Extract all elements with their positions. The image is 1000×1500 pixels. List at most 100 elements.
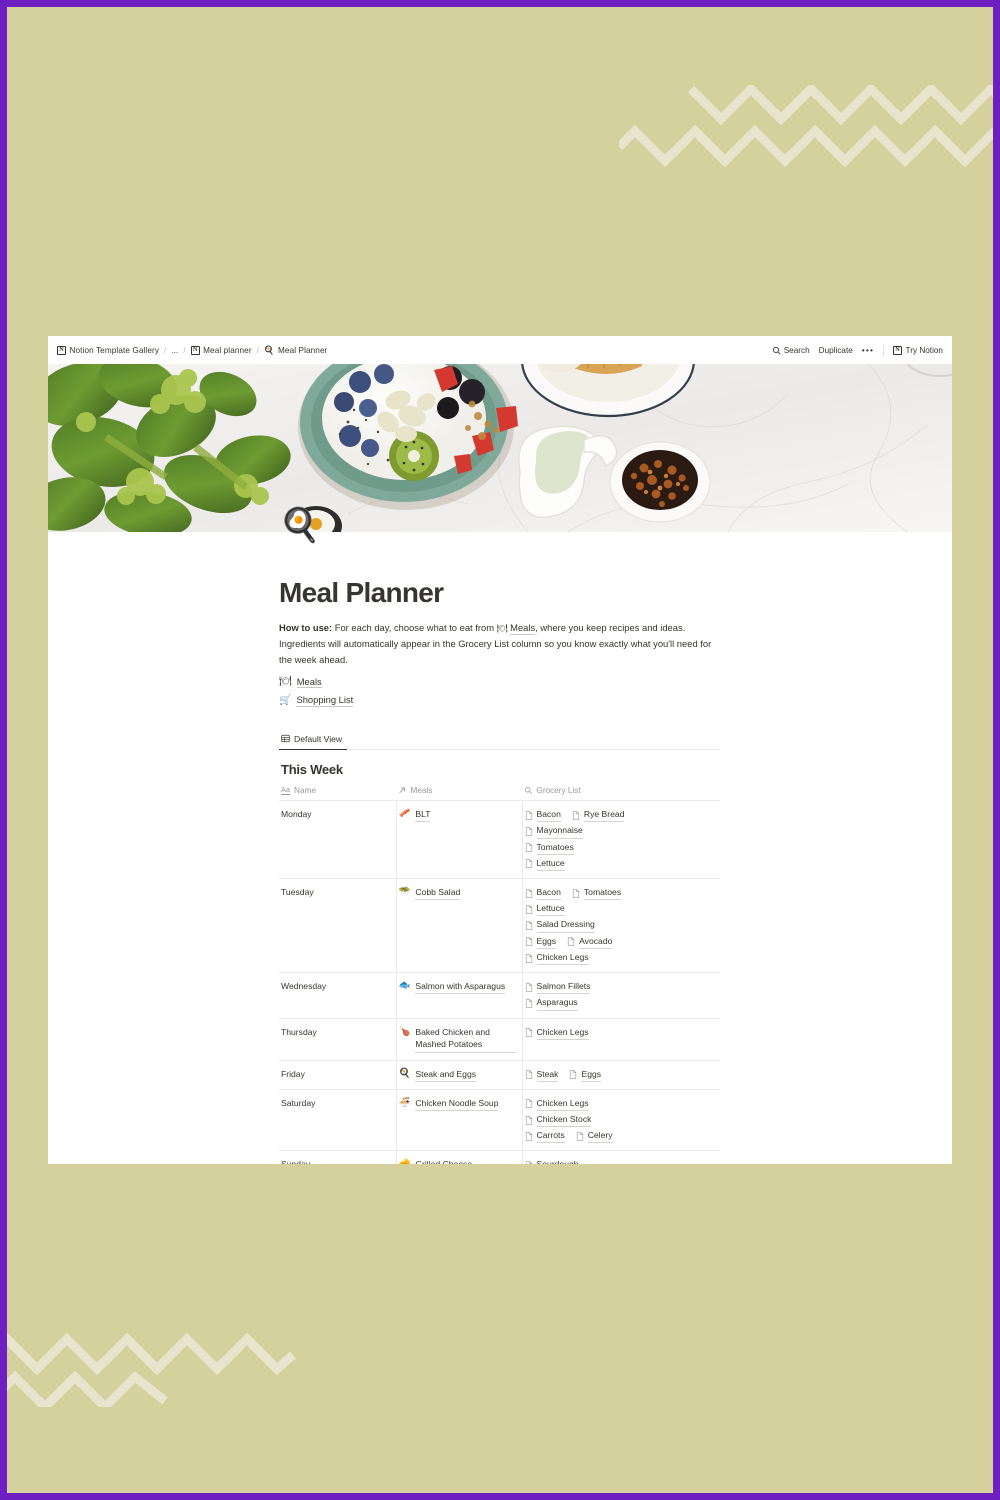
grocery-item[interactable]: Mayonnaise [525,824,583,839]
breadcrumb-item-meal-planner[interactable]: 🍳 Meal Planner [264,346,328,355]
cell-day-name[interactable]: Friday [279,1060,397,1090]
cell-day-name[interactable]: Monday [279,800,397,880]
grocery-item[interactable]: Tomatoes [525,841,574,855]
grocery-item[interactable]: Sourdough [525,1158,579,1164]
page-icon [525,827,532,836]
grocery-item[interactable]: Lettuce [525,902,565,917]
page-icon-fried-egg-icon[interactable]: 🍳 [279,508,320,541]
cell-grocery-list[interactable]: Chicken Legs Chicken Stock Carrots Celery [522,1089,720,1152]
page-link-meals[interactable]: 🍽 Meals [279,676,720,689]
page-icon [525,905,532,914]
database-view-tabs: Default View [279,731,720,750]
grocery-list: Salmon Fillets Asparagus [525,980,715,1011]
page-icon [525,921,532,930]
search-button[interactable]: Search [772,346,810,355]
grocery-item-label: Chicken Stock [536,1113,592,1128]
meal-link[interactable]: Cobb Salad [415,886,461,901]
grocery-item[interactable]: Steak [525,1068,559,1082]
meal-link[interactable]: Grilled Cheese [415,1158,472,1164]
zigzag-decoration-top-right [619,85,993,181]
breadcrumb-item-gallery[interactable]: N Notion Template Gallery [57,345,159,355]
cell-meal[interactable]: 🥗 Cobb Salad [396,878,523,974]
duplicate-button[interactable]: Duplicate [819,346,853,355]
breadcrumb-item-ellipsis[interactable]: ... [171,346,178,355]
table-row[interactable]: Thursday 🍗 Baked Chicken and Mashed Potato… [279,1018,720,1061]
search-icon [772,346,781,355]
cell-meal[interactable]: 🍜 Chicken Noodle Soup [396,1089,523,1152]
cell-day-name[interactable]: Wednesday [279,972,397,1019]
grocery-item-label: Steak [536,1068,559,1082]
grocery-item[interactable]: Asparagus [525,996,578,1011]
table-row[interactable]: Monday 🥓 BLT Bacon Rye Bread Mayonnaise Tomato… [279,800,720,880]
grocery-item[interactable]: Chicken Legs [525,951,589,966]
table-row[interactable]: Wednesday 🐟 Salmon with Asparagus Salmon Fi… [279,972,720,1019]
try-notion-button[interactable]: N Try Notion [893,345,943,355]
meal-link[interactable]: Chicken Noodle Soup [415,1097,499,1111]
grocery-item-label: Salad Dressing [536,918,595,933]
page-icon [525,1028,532,1037]
cell-meal[interactable]: 🍳 Steak and Eggs [396,1060,523,1090]
toolbar-divider [883,344,885,356]
page-icon [525,937,532,947]
grocery-item[interactable]: Chicken Stock [525,1113,592,1128]
cell-day-name[interactable]: Thursday [279,1018,397,1061]
grocery-item[interactable]: Avocado [567,935,613,949]
top-bar-actions: Search Duplicate ••• N Try Notion [772,344,943,356]
column-header-grocery-list[interactable]: Grocery List [522,783,720,802]
page-icon [525,1161,532,1164]
tab-default-view[interactable]: Default View [279,731,348,750]
cell-grocery-list[interactable]: SourdoughCheddar Cheese [522,1150,720,1164]
grocery-item[interactable]: Bacon [525,886,561,901]
grocery-item[interactable]: Carrots [525,1129,565,1144]
breadcrumb-separator: / [183,345,186,355]
day-label: Friday [281,1068,305,1079]
grocery-item[interactable]: Eggs [569,1068,602,1082]
cell-grocery-list[interactable]: Steak Eggs [522,1060,720,1090]
grocery-item[interactable]: Salmon Fillets [525,980,591,995]
fish-icon: 🐟 [398,980,411,992]
column-header-name[interactable]: Aa Name [279,783,396,802]
text-property-icon: Aa [281,784,291,796]
grocery-item[interactable]: Eggs [525,935,557,949]
grocery-item-label: Asparagus [536,996,578,1011]
more-options-button[interactable]: ••• [862,345,874,355]
cell-meal[interactable]: 🍗 Baked Chicken and Mashed Potatoes [396,1018,523,1061]
grocery-item[interactable]: Lettuce [525,857,565,872]
cell-grocery-list[interactable]: Salmon Fillets Asparagus [522,972,720,1019]
description-meals-link[interactable]: Meals [510,622,536,635]
notion-logo-icon: N [893,345,903,355]
grocery-item[interactable]: Tomatoes [572,886,622,901]
poultry-leg-icon: 🍗 [398,1025,411,1037]
grocery-item[interactable]: Celery [576,1129,613,1144]
cell-grocery-list[interactable]: Bacon Tomatoes Lettuce Salad Dressing Eggs Av… [522,878,720,974]
page-icon [525,999,532,1008]
table-row[interactable]: Saturday 🍜 Chicken Noodle Soup Chicken Legs… [279,1089,720,1152]
column-header-meals[interactable]: Meals [396,783,522,802]
table-row[interactable]: Sunday 🧀 Grilled Cheese SourdoughCheddar Ch… [279,1150,720,1164]
grocery-item-label: Chicken Legs [536,951,589,966]
cell-meal[interactable]: 🧀 Grilled Cheese [396,1150,523,1164]
grocery-item[interactable]: Salad Dressing [525,918,595,933]
table-row[interactable]: Tuesday 🥗 Cobb Salad Bacon Tomatoes Lettuce Sa… [279,878,720,974]
breadcrumb-item-meal-planner-parent[interactable]: N Meal planner [190,345,252,355]
grocery-item[interactable]: Bacon [525,808,561,823]
grocery-item[interactable]: Chicken Legs [525,1097,589,1111]
cell-grocery-list[interactable]: Chicken Legs [522,1018,720,1061]
cell-day-name[interactable]: Sunday [279,1150,397,1164]
grocery-list: SourdoughCheddar Cheese [525,1158,715,1164]
cell-meal[interactable]: 🐟 Salmon with Asparagus [396,972,523,1019]
notion-page-card: N Notion Template Gallery / ... / N Meal… [48,336,952,1164]
cell-meal[interactable]: 🥓 BLT [396,800,523,880]
cell-day-name[interactable]: Saturday [279,1089,397,1152]
grocery-item[interactable]: Chicken Legs [525,1026,589,1040]
meal-link[interactable]: Baked Chicken and Mashed Potatoes [415,1026,516,1053]
grocery-item[interactable]: Rye Bread [572,808,625,823]
page-link-shopping-list[interactable]: 🛒 Shopping List [279,694,720,707]
grocery-item-label: Bacon [536,808,561,823]
cell-day-name[interactable]: Tuesday [279,878,397,974]
meal-link[interactable]: Steak and Eggs [415,1068,477,1082]
meal-link[interactable]: BLT [415,808,431,823]
cell-grocery-list[interactable]: Bacon Rye Bread Mayonnaise Tomatoes Lettuce [522,800,720,880]
meal-link[interactable]: Salmon with Asparagus [415,980,506,995]
table-row[interactable]: Friday 🍳 Steak and Eggs Steak Eggs [279,1060,720,1090]
